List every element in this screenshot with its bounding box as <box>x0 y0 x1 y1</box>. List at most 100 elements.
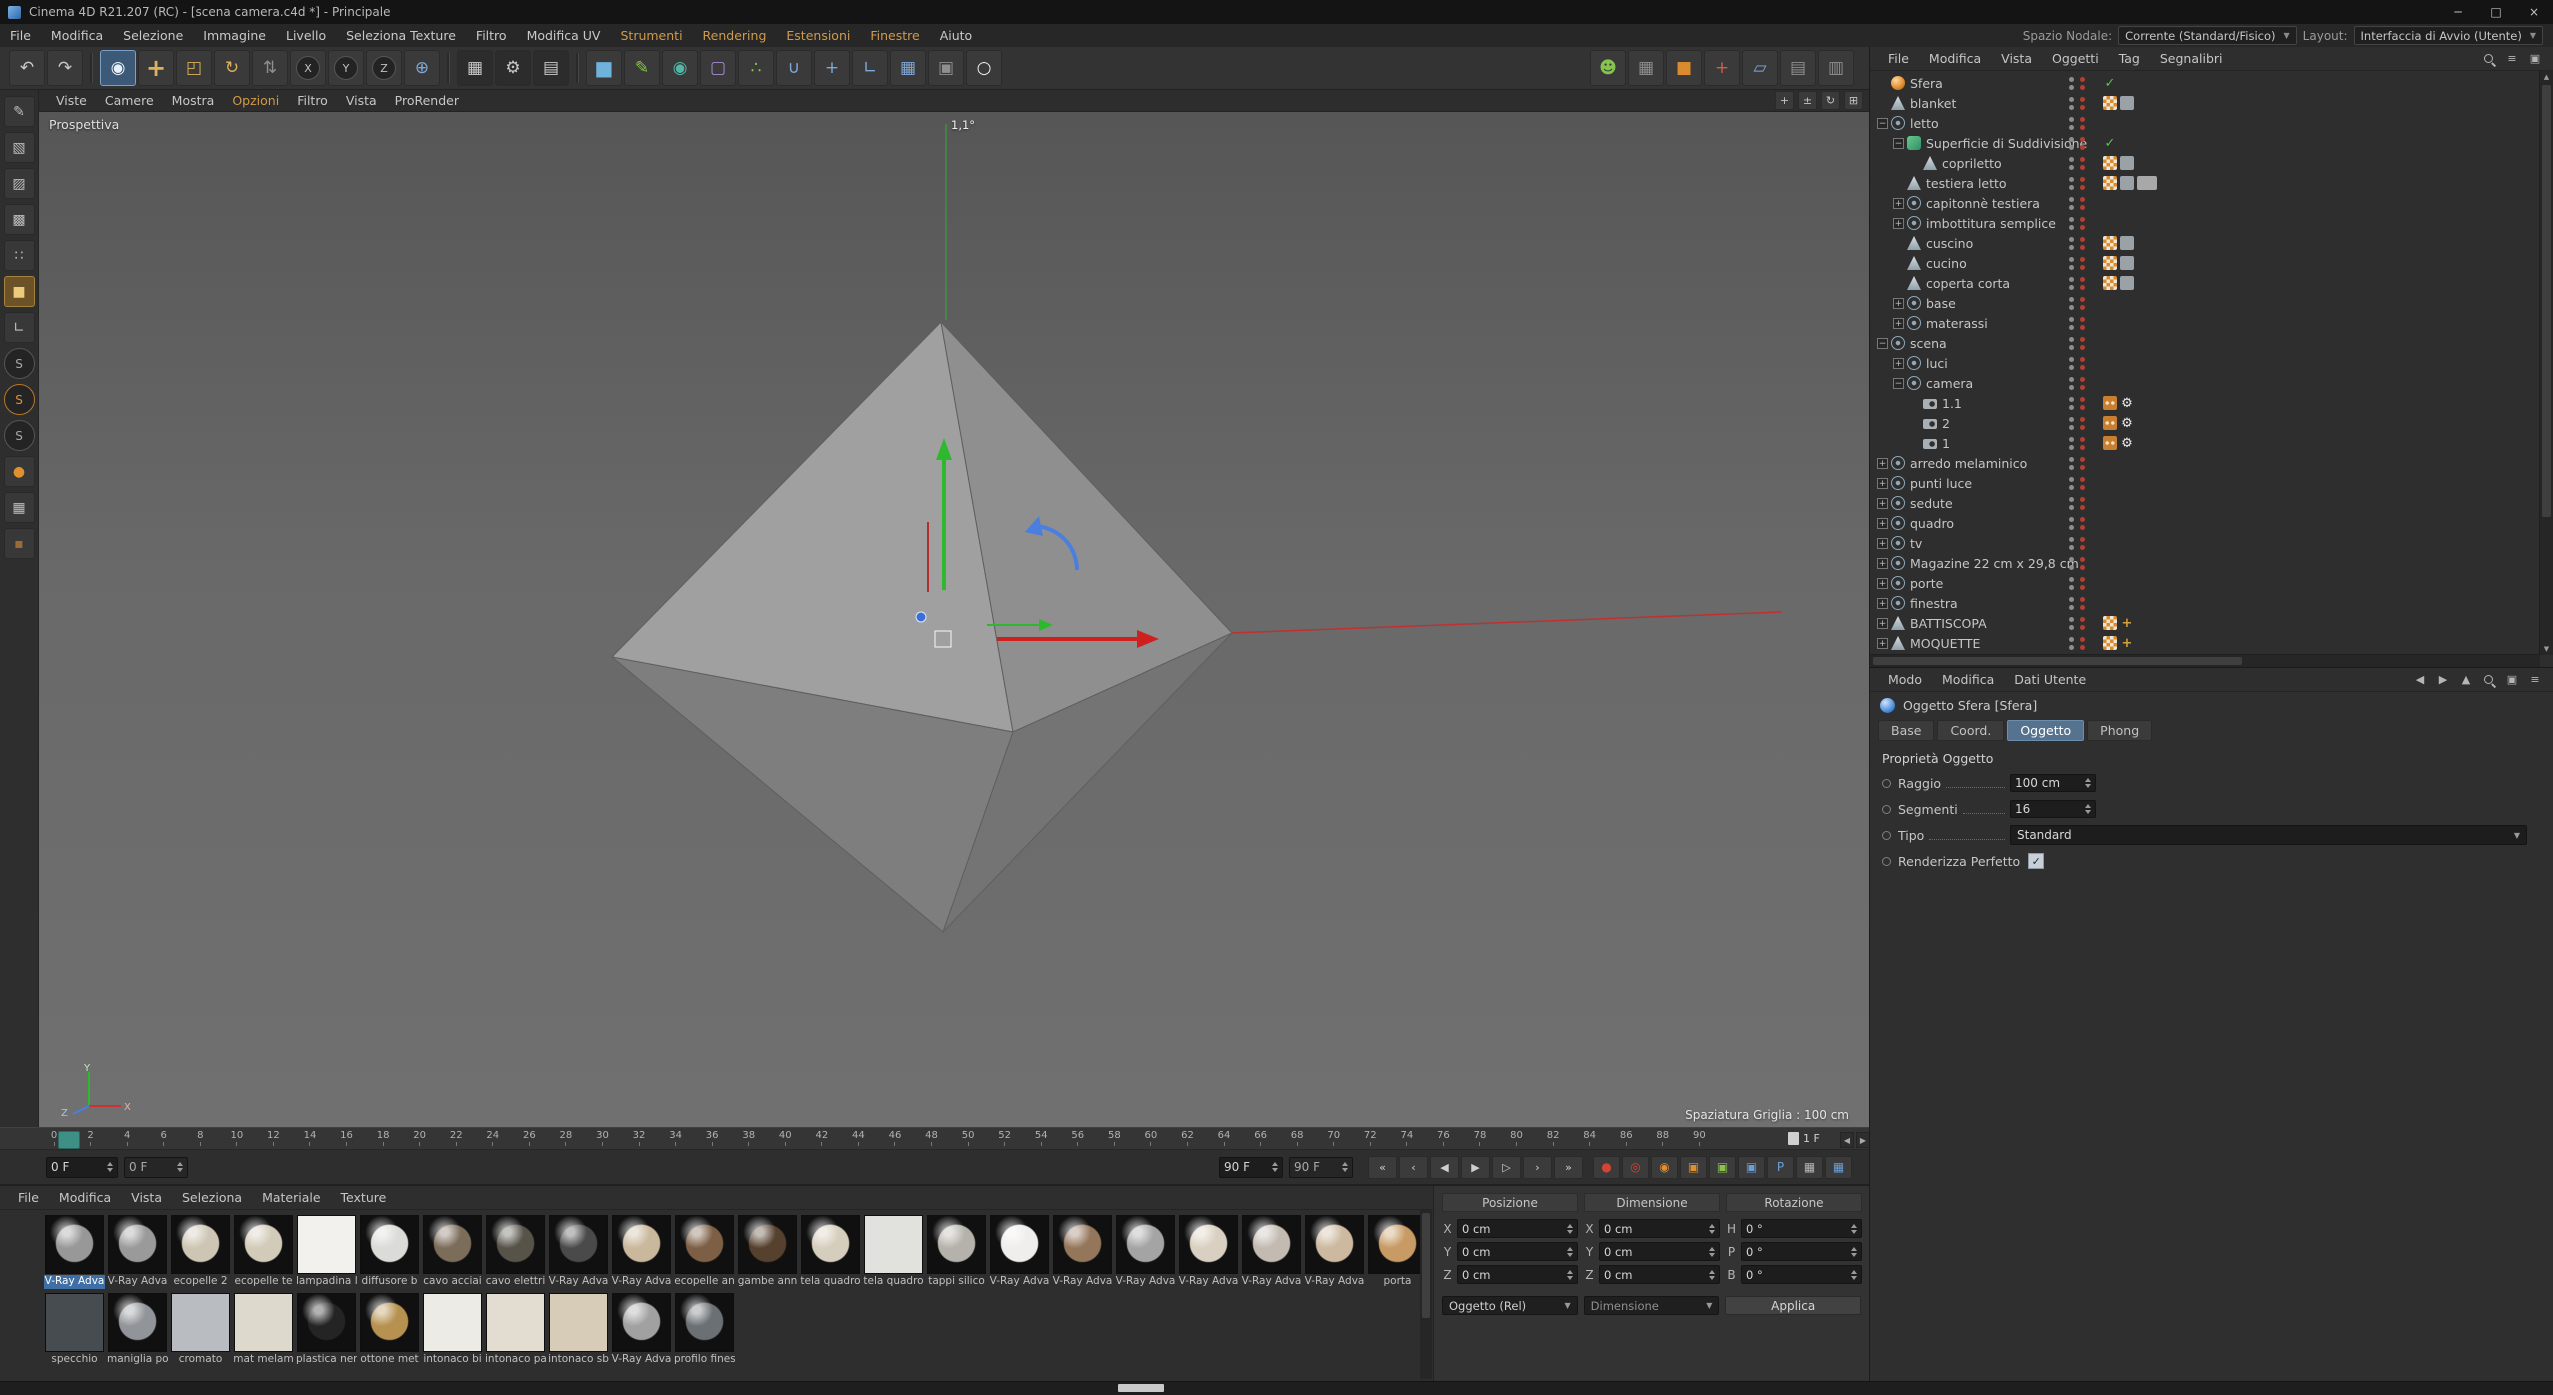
axis-tool-icon[interactable]: + <box>814 50 850 86</box>
cog-tag-icon[interactable]: ⚙ <box>2120 416 2134 430</box>
history-back-icon[interactable]: ◀ <box>2412 672 2428 688</box>
expander-icon[interactable]: + <box>1877 498 1888 509</box>
coord-value-field[interactable]: 0 cm <box>1457 1265 1578 1284</box>
axis-tag-icon[interactable]: + <box>2120 636 2134 650</box>
undo-icon[interactable]: ↶ <box>9 50 45 86</box>
tree-item-magazine-22-cm-x-29-8-cm[interactable]: +Magazine 22 cm x 29,8 cm <box>1875 553 2553 573</box>
tree-item-scena[interactable]: −scena <box>1875 333 2553 353</box>
view-rotate-icon[interactable]: ↻ <box>1821 91 1840 110</box>
material-item[interactable]: plastica ner <box>296 1293 357 1367</box>
material-item[interactable]: V-Ray Adva <box>44 1215 105 1289</box>
snap-c-icon[interactable]: S <box>4 420 35 451</box>
keyframe-ring-icon[interactable] <box>1882 857 1891 866</box>
material-item[interactable]: ottone met <box>359 1293 420 1367</box>
material-menu-materiale[interactable]: Materiale <box>252 1190 330 1205</box>
play-button[interactable]: ▶ <box>1461 1156 1490 1179</box>
visibility-dots[interactable] <box>2069 237 2085 250</box>
visibility-dots[interactable] <box>2069 497 2085 510</box>
search-icon[interactable] <box>2481 672 2497 688</box>
spinner-icon[interactable] <box>1567 1270 1573 1280</box>
visibility-dots[interactable] <box>2069 137 2085 150</box>
visibility-dots[interactable] <box>2069 437 2085 450</box>
expander-icon[interactable]: − <box>1893 378 1904 389</box>
visibility-dots[interactable] <box>2069 217 2085 230</box>
tree-item-blanket[interactable]: blanket <box>1875 93 2553 113</box>
key-pla-toggle[interactable]: ▦ <box>1796 1156 1823 1179</box>
playback-options-button[interactable]: ▦ <box>1825 1156 1852 1179</box>
viewport-menu-opzioni[interactable]: Opzioni <box>223 93 288 108</box>
tree-item-cuscino[interactable]: cuscino <box>1875 233 2553 253</box>
material-item[interactable]: porta <box>1367 1215 1428 1289</box>
current-frame-marker[interactable] <box>58 1131 80 1149</box>
material-item[interactable]: V-Ray Adva <box>548 1215 609 1289</box>
object-menu-vista[interactable]: Vista <box>1991 51 2042 66</box>
checker-tag-icon[interactable] <box>2103 156 2117 170</box>
material-item[interactable]: V-Ray Adva <box>1115 1215 1176 1289</box>
tree-item-luci[interactable]: +luci <box>1875 353 2553 373</box>
expander-icon[interactable]: + <box>1893 358 1904 369</box>
visibility-dots[interactable] <box>2069 477 2085 490</box>
recent-tools-icon[interactable]: ⇅ <box>252 50 288 86</box>
material-item[interactable]: V-Ray Adva <box>611 1293 672 1367</box>
spinner-icon[interactable] <box>2085 778 2091 788</box>
tree-item-coperta-corta[interactable]: coperta corta <box>1875 273 2553 293</box>
material-item[interactable]: V-Ray Adva <box>1241 1215 1302 1289</box>
expander-icon[interactable]: + <box>1877 638 1888 649</box>
view-name-label[interactable]: Prospettiva <box>49 117 119 132</box>
prev-key-button[interactable]: ‹ <box>1399 1156 1428 1179</box>
camera-tool-icon[interactable]: ▣ <box>928 50 964 86</box>
expander-icon[interactable]: + <box>1893 318 1904 329</box>
object-menu-segnalibri[interactable]: Segnalibri <box>2150 51 2233 66</box>
viewport-menu-vista[interactable]: Vista <box>337 93 386 108</box>
layout-b-icon[interactable]: ▥ <box>1818 50 1854 86</box>
add-cube-icon[interactable]: ■ <box>586 50 622 86</box>
menu-selezione[interactable]: Selezione <box>113 28 193 43</box>
attribute-menu-dati-utente[interactable]: Dati Utente <box>2004 672 2096 687</box>
spinner-icon[interactable] <box>1272 1162 1278 1172</box>
material-item[interactable]: V-Ray Adva <box>1178 1215 1239 1289</box>
menu-finestre[interactable]: Finestre <box>860 28 929 43</box>
tree-item-tv[interactable]: +tv <box>1875 533 2553 553</box>
check-tag-icon[interactable]: ✓ <box>2103 76 2117 90</box>
frame-end-field[interactable]: 90 F <box>1219 1157 1283 1178</box>
viewport-menu-filtro[interactable]: Filtro <box>288 93 337 108</box>
bake-texture-icon[interactable]: ▪ <box>4 528 35 559</box>
tree-item-sedute[interactable]: +sedute <box>1875 493 2553 513</box>
redo-icon[interactable]: ↷ <box>47 50 83 86</box>
visibility-dots[interactable] <box>2069 277 2085 290</box>
coord-dimension-select[interactable]: Dimensione▼ <box>1584 1296 1720 1315</box>
viewport-canvas[interactable]: Prospettiva 1,1° Spaziatura Griglia : 10… <box>39 112 1869 1128</box>
expander-icon[interactable]: + <box>1877 598 1888 609</box>
visibility-dots[interactable] <box>2069 397 2085 410</box>
apply-button[interactable]: Applica <box>1725 1296 1861 1315</box>
maximize-button[interactable]: □ <box>2477 0 2515 24</box>
gray-tag-icon[interactable] <box>2120 256 2134 270</box>
menu-aiuto[interactable]: Aiuto <box>930 28 983 43</box>
material-item[interactable]: gambe ann <box>737 1215 798 1289</box>
material-item[interactable]: intonaco sb <box>548 1293 609 1367</box>
coord-value-field[interactable]: 0 cm <box>1599 1242 1720 1261</box>
x-axis-lock-icon[interactable]: X <box>290 50 326 86</box>
coord-value-field[interactable]: 0 cm <box>1457 1219 1578 1238</box>
spinner-icon[interactable] <box>1567 1247 1573 1257</box>
film-tag-icon[interactable] <box>2103 396 2117 410</box>
add-deformer-icon[interactable]: ▢ <box>700 50 736 86</box>
object-menu-oggetti[interactable]: Oggetti <box>2042 51 2109 66</box>
viewport-menu-camere[interactable]: Camere <box>96 93 163 108</box>
minimize-button[interactable]: ─ <box>2439 0 2477 24</box>
texture-paint-icon[interactable]: ▨ <box>4 168 35 199</box>
record-keyframe-button[interactable]: ● <box>1593 1156 1620 1179</box>
material-menu-file[interactable]: File <box>8 1190 49 1205</box>
ruler-left-button[interactable]: ◀ <box>1840 1132 1854 1148</box>
coord-value-field[interactable]: 0 cm <box>1599 1219 1720 1238</box>
visibility-dots[interactable] <box>2069 77 2085 90</box>
viewport-scene-svg[interactable] <box>39 112 1869 1128</box>
tree-item-capitonn-testiera[interactable]: +capitonnè testiera <box>1875 193 2553 213</box>
render-view-icon[interactable]: ▦ <box>457 50 493 86</box>
expander-icon[interactable]: − <box>1893 138 1904 149</box>
visibility-dots[interactable] <box>2069 117 2085 130</box>
visibility-dots[interactable] <box>2069 157 2085 170</box>
tree-item-arredo-melaminico[interactable]: +arredo melaminico <box>1875 453 2553 473</box>
material-item[interactable]: mat melam <box>233 1293 294 1367</box>
tree-item-camera[interactable]: −camera <box>1875 373 2553 393</box>
